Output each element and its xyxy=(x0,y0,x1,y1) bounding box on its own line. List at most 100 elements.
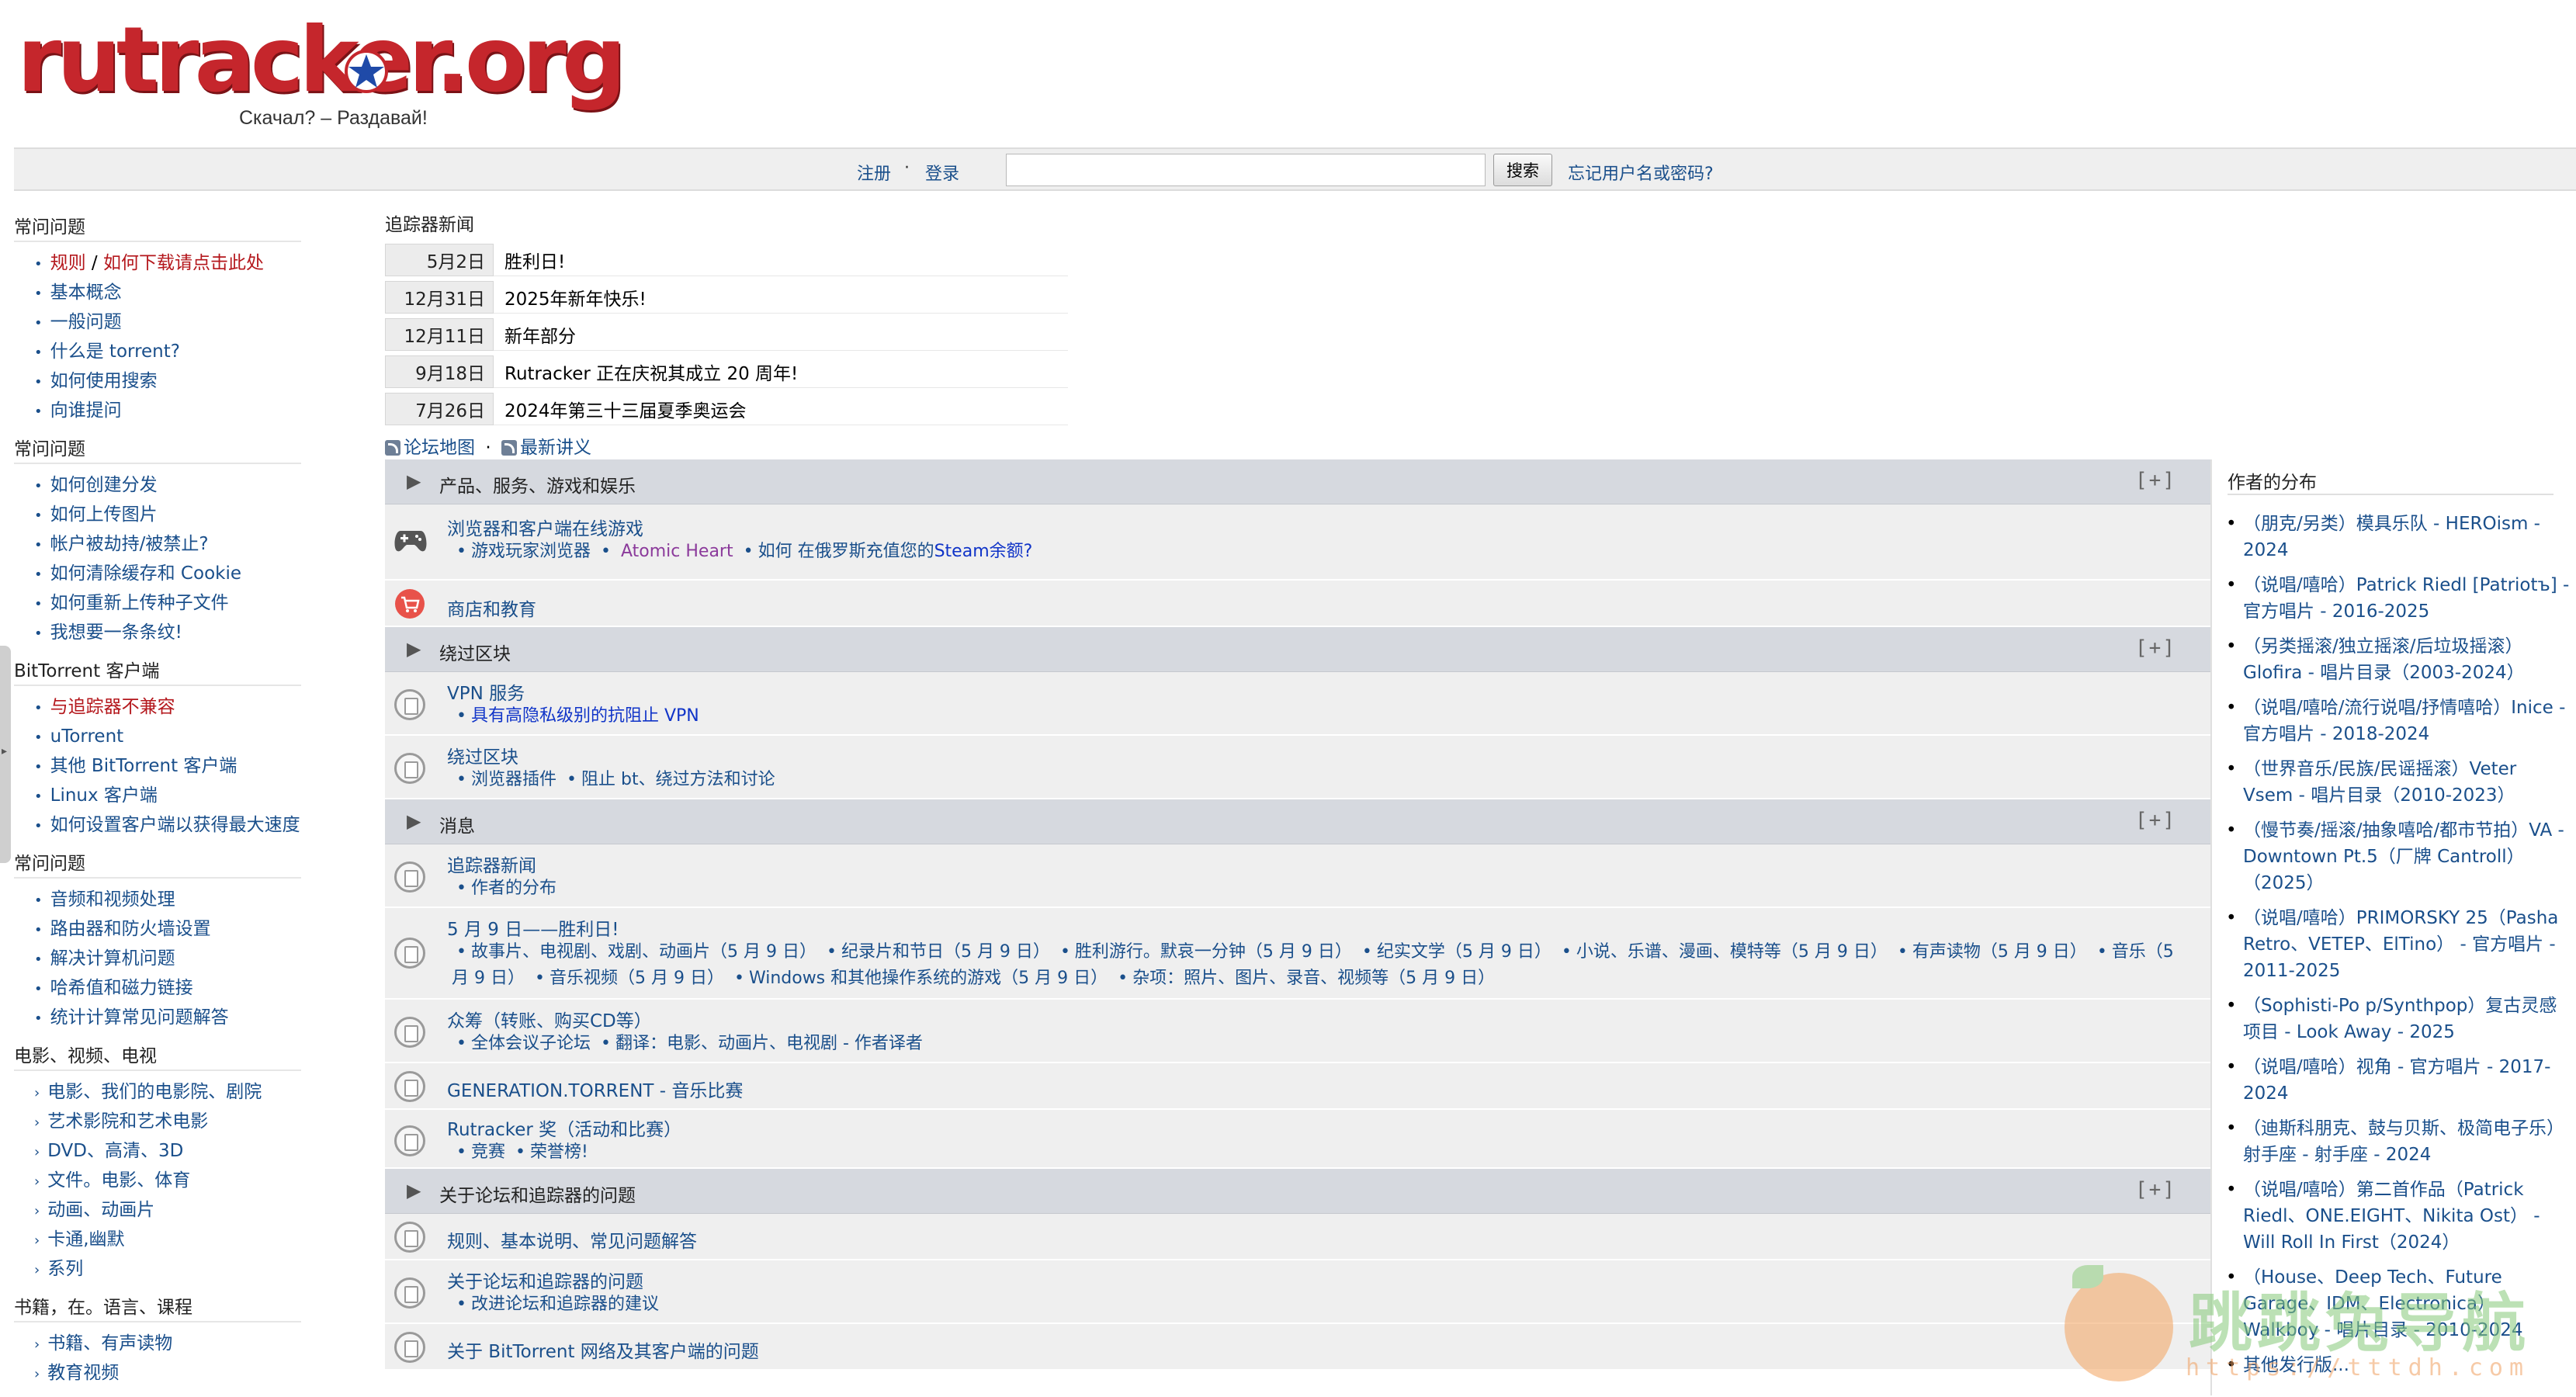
sidebar-link[interactable]: 与追踪器不兼容 xyxy=(50,697,175,717)
sidebar-link[interactable]: 规则 xyxy=(50,253,86,273)
forum-title[interactable]: 关于论坛和追踪器的问题 xyxy=(447,1267,643,1293)
sidebar-link[interactable]: 我想要一条条纹! xyxy=(50,622,182,643)
subforum-link[interactable]: 浏览器插件 xyxy=(471,770,556,789)
subforum-link[interactable]: 音乐视频（5 月 9 日） xyxy=(550,969,724,988)
news-text[interactable]: Rutracker 正在庆祝其成立 20 周年! xyxy=(494,355,1068,388)
subforum-link[interactable]: 杂项：照片、图片、录音、视频等（5 月 9 日） xyxy=(1132,969,1495,988)
subforum-link[interactable]: 作者的分布 xyxy=(471,879,556,898)
subforum-link[interactable]: 竞赛 xyxy=(471,1142,505,1162)
subforum-link[interactable]: 胜利游行。默哀一分钟（5 月 9 日） xyxy=(1075,942,1352,962)
sitemap-link[interactable]: 论坛地图 xyxy=(404,438,475,458)
search-button[interactable]: 搜索 xyxy=(1493,154,1552,186)
expand-button[interactable]: [+] xyxy=(2135,469,2176,492)
forum-title[interactable]: VPN 服务 xyxy=(447,678,525,705)
sidebar-link[interactable]: 艺术影院和艺术电影 xyxy=(47,1111,208,1132)
subforum-link[interactable]: 纪实文学（5 月 9 日） xyxy=(1377,942,1551,962)
sidebar-link[interactable]: DVD、高清、3D xyxy=(47,1141,183,1161)
news-text[interactable]: 2025年新年快乐! xyxy=(494,281,1068,314)
expand-button[interactable]: [+] xyxy=(2135,809,2176,832)
subforum-link[interactable]: 具有高隐私级别的抗阻止 VPN xyxy=(471,706,699,726)
subforum-link[interactable]: 游戏玩家浏览器 xyxy=(471,542,591,561)
news-text[interactable]: 2024年第三十三届夏季奥运会 xyxy=(494,393,1068,425)
forum-title[interactable]: 5 月 9 日——胜利日! xyxy=(447,914,619,941)
sidebar-link[interactable]: 系列 xyxy=(47,1259,83,1279)
sidebar-item: › 电影、我们的电影院、剧院 xyxy=(34,1077,309,1107)
sidebar-link[interactable]: 路由器和防火墙设置 xyxy=(50,919,211,939)
site-logo[interactable]: rutracker.org Скачал? – Раздавай! xyxy=(17,16,626,130)
subforum-link[interactable]: 小说、乐谱、漫画、模特等（5 月 9 日） xyxy=(1576,942,1888,962)
sidebar-link[interactable]: 如何设置客户端以获得最大速度 xyxy=(50,815,300,835)
sidebar-link[interactable]: 卡通,幽默 xyxy=(47,1229,124,1250)
sidebar-link[interactable]: uTorrent xyxy=(50,726,124,747)
forum-title[interactable]: 绕过区块 xyxy=(447,742,518,768)
forum-title[interactable]: Rutracker 奖（活动和比赛） xyxy=(447,1114,681,1141)
news-text[interactable]: 新年部分 xyxy=(494,318,1068,351)
subforum-link[interactable]: 纪录片和节日（5 月 9 日） xyxy=(841,942,1050,962)
sidebar-toggle[interactable]: ▸ xyxy=(0,646,11,863)
sidebar-link[interactable]: 什么是 torrent? xyxy=(50,341,180,362)
release-link[interactable]: （世界音乐/民族/民谣摇滚）Veter Vsem - 唱片目录（2010-202… xyxy=(2224,756,2570,809)
sidebar-link[interactable]: 动画、动画片 xyxy=(47,1200,154,1220)
sidebar-link[interactable]: 帐户被劫持/被禁止? xyxy=(50,534,209,554)
forum-title[interactable]: 规则、基本说明、常见问题解答 xyxy=(447,1226,697,1253)
release-link[interactable]: （说唱/嘻哈）Patrick Riedl [Patriotъ] - 官方唱片 -… xyxy=(2224,572,2570,625)
sidebar-link[interactable]: Linux 客户端 xyxy=(50,785,158,806)
subforum-link[interactable]: 阻止 bt、绕过方法和讨论 xyxy=(581,770,775,789)
subforum-link[interactable]: 有声读物（5 月 9 日） xyxy=(1912,942,2087,962)
sidebar-link[interactable]: 如何下载请点击此处 xyxy=(103,253,264,273)
release-link[interactable]: （说唱/嘻哈）视角 - 官方唱片 - 2017-2024 xyxy=(2224,1054,2570,1107)
sidebar-link[interactable]: 基本概念 xyxy=(50,283,122,303)
expand-button[interactable]: [+] xyxy=(2135,636,2176,660)
category-header[interactable]: ▶ 产品、服务、游戏和娱乐 [+] xyxy=(385,459,2210,504)
forum-title[interactable]: 商店和教育 xyxy=(447,595,536,621)
sidebar-link[interactable]: 文件。电影、体育 xyxy=(47,1170,190,1191)
forgot-password-link[interactable]: 忘记用户名或密码? xyxy=(1568,160,1714,185)
category-header[interactable]: ▶ 关于论坛和追踪器的问题 [+] xyxy=(385,1169,2210,1214)
subforum-link[interactable]: 翻译：电影、动画片、电视剧 - 作者译者 xyxy=(615,1034,923,1053)
forum-title[interactable]: 关于 BitTorrent 网络及其客户端的问题 xyxy=(447,1336,759,1363)
category-header[interactable]: ▶ 绕过区块 [+] xyxy=(385,627,2210,672)
sidebar-link[interactable]: 一般问题 xyxy=(50,312,122,332)
sidebar-link[interactable]: 哈希值和磁力链接 xyxy=(50,978,193,998)
forum-title[interactable]: GENERATION.TORRENT - 音乐比赛 xyxy=(447,1076,743,1102)
sidebar-link[interactable]: 统计计算常见问题解答 xyxy=(50,1007,229,1028)
release-link[interactable]: （慢节奏/摇滚/抽象嘻哈/都市节拍）VA - Downtown Pt.5（厂牌 … xyxy=(2224,817,2570,896)
forum-title[interactable]: 浏览器和客户端在线游戏 xyxy=(447,514,643,540)
release-link[interactable]: （Sophisti-Po p/Synthpop）复古灵感项目 - Look Aw… xyxy=(2224,993,2570,1045)
subforum-link[interactable]: 改进论坛和追踪器的建议 xyxy=(471,1295,659,1314)
register-link[interactable]: 注册 xyxy=(857,160,891,185)
sidebar-link[interactable]: 如何上传图片 xyxy=(50,504,158,525)
sidebar-link[interactable]: 如何重新上传种子文件 xyxy=(50,593,229,613)
sidebar-link[interactable]: 音频和视频处理 xyxy=(50,889,175,910)
subforum-link[interactable]: 如何 在俄罗斯充值您的 xyxy=(758,542,934,561)
sidebar-link[interactable]: 教育视频 xyxy=(47,1363,119,1383)
news-text[interactable]: 胜利日! xyxy=(494,244,1068,276)
sidebar-link[interactable]: 书籍、有声读物 xyxy=(47,1333,172,1354)
subforum-link[interactable]: 全体会议子论坛 xyxy=(471,1034,591,1053)
release-link[interactable]: （说唱/嘻哈）第二首作品（Patrick Riedl、ONE.EIGHT、Nik… xyxy=(2224,1177,2570,1256)
subforum-link[interactable]: Windows 和其他操作系统的游戏（5 月 9 日） xyxy=(749,969,1108,988)
release-link[interactable]: （迪斯科朋克、鼓与贝斯、极简电子乐）射手座 - 射手座 - 2024 xyxy=(2224,1115,2570,1168)
forum-title[interactable]: 众筹（转账、购买CD等） xyxy=(447,1006,652,1032)
expand-button[interactable]: [+] xyxy=(2135,1178,2176,1201)
sidebar-link[interactable]: 其他 BitTorrent 客户端 xyxy=(50,756,237,776)
category-header[interactable]: ▶ 消息 [+] xyxy=(385,799,2210,844)
subforum-link[interactable]: Atomic Heart xyxy=(621,542,733,561)
subforum-link[interactable]: Steam余额? xyxy=(934,542,1033,561)
subforum-link[interactable]: 故事片、电视剧、戏剧、动画片（5 月 9 日） xyxy=(471,942,816,962)
sidebar-link[interactable]: 如何清除缓存和 Cookie xyxy=(50,563,241,584)
release-link[interactable]: （朋克/另类）模具乐队 - HEROism - 2024 xyxy=(2224,511,2570,563)
sidebar-link[interactable]: 如何创建分发 xyxy=(50,475,158,495)
search-input[interactable] xyxy=(1006,154,1486,186)
subforum-link[interactable]: 荣誉榜! xyxy=(530,1142,588,1162)
release-link[interactable]: （说唱/嘻哈/流行说唱/抒情嘻哈）Inice - 官方唱片 - 2018-202… xyxy=(2224,695,2570,747)
latest-link[interactable]: 最新讲义 xyxy=(520,438,591,458)
sidebar-link[interactable]: 电影、我们的电影院、剧院 xyxy=(47,1082,262,1102)
sidebar-link[interactable]: 向谁提问 xyxy=(50,400,122,421)
login-link[interactable]: 登录 xyxy=(925,160,959,185)
sidebar-link[interactable]: 解决计算机问题 xyxy=(50,948,175,969)
forum-title[interactable]: 追踪器新闻 xyxy=(447,851,536,877)
sidebar-link[interactable]: 如何使用搜索 xyxy=(50,371,158,391)
release-link[interactable]: （另类摇滚/独立摇滚/后垃圾摇滚）Glofira - 唱片目录（2003-202… xyxy=(2224,633,2570,686)
release-link[interactable]: （说唱/嘻哈）PRIMORSKY 25（Pasha Retro、VETEP、El… xyxy=(2224,905,2570,984)
